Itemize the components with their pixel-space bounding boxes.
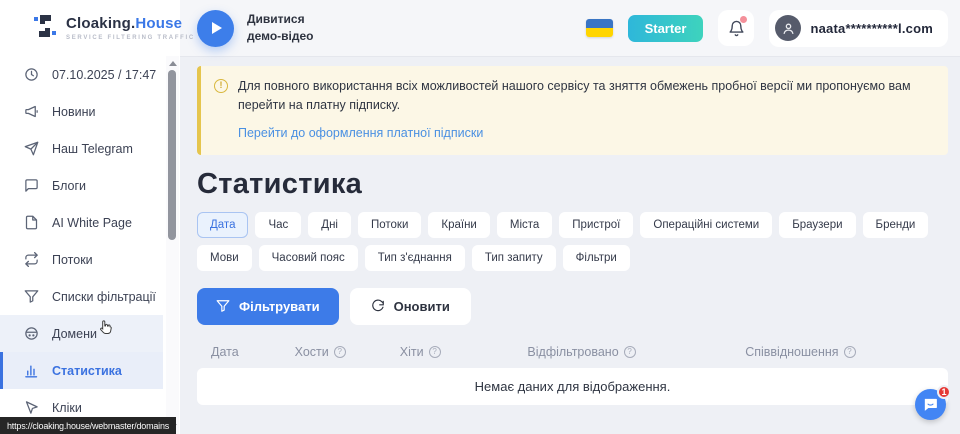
tab-operating-systems[interactable]: Операційні системи (640, 212, 772, 238)
clock-icon (24, 67, 39, 82)
globe-icon (24, 326, 39, 341)
tab-time[interactable]: Час (255, 212, 301, 238)
demo-video-label[interactable]: Дивитися демо-відео (247, 11, 314, 45)
ukraine-flag-icon[interactable] (586, 19, 613, 37)
trial-warning-banner: Для повного використання всіх можливосте… (197, 66, 948, 155)
tab-brands[interactable]: Бренди (863, 212, 929, 238)
scrollbar-thumb[interactable] (168, 70, 176, 240)
column-header-hosts: Хости (295, 345, 400, 359)
tab-cities[interactable]: Міста (497, 212, 552, 238)
sidebar-item-streams[interactable]: Потоки (0, 241, 163, 278)
chat-unread-badge: 1 (937, 385, 951, 399)
demo-video-play-button[interactable] (197, 10, 234, 47)
tab-days[interactable]: Дні (308, 212, 351, 238)
user-email: naata**********l.com (810, 21, 933, 36)
page-title: Статистика (197, 168, 948, 201)
sidebar-item-ai-white-page[interactable]: AI White Page (0, 204, 163, 241)
sidebar-item-domains[interactable]: Домени (0, 315, 163, 352)
status-bar-url: https://cloaking.house/webmaster/domains (0, 417, 176, 434)
plan-badge[interactable]: Starter (628, 15, 704, 42)
table-empty-state: Немає даних для відображення. (197, 368, 948, 405)
sidebar: Cloaking.House SERVICE FILTERING TRAFFIC… (0, 0, 180, 434)
avatar (775, 15, 801, 41)
tab-devices[interactable]: Пристрої (559, 212, 633, 238)
tab-date[interactable]: Дата (197, 212, 248, 238)
tab-request-type[interactable]: Тип запиту (472, 245, 556, 271)
tab-browsers[interactable]: Браузери (779, 212, 855, 238)
sidebar-item-telegram[interactable]: Наш Telegram (0, 130, 163, 167)
sidebar-nav: 07.10.2025 / 17:47 Новини Наш Telegram Б… (0, 52, 180, 426)
play-icon (212, 22, 222, 34)
chat-bubble-icon (24, 178, 39, 193)
table-header-row: Дата Хости Хіти Відфільтровано Співвідно… (197, 338, 948, 366)
refresh-button[interactable]: Оновити (350, 288, 471, 325)
funnel-icon (24, 289, 39, 304)
paper-plane-icon (24, 141, 39, 156)
column-header-ratio: Співвідношення (745, 345, 948, 359)
banner-text: Для повного використання всіх можливосте… (238, 77, 934, 115)
column-header-hits: Хіти (400, 345, 528, 359)
help-icon[interactable] (844, 346, 856, 358)
column-header-filtered: Відфільтровано (527, 345, 745, 359)
document-icon (24, 215, 39, 230)
funnel-icon (216, 299, 230, 313)
tab-countries[interactable]: Країни (428, 212, 489, 238)
logo[interactable]: Cloaking.House SERVICE FILTERING TRAFFIC (0, 0, 180, 52)
notification-dot (740, 16, 747, 23)
chat-smile-icon (922, 396, 939, 413)
logo-subtitle: SERVICE FILTERING TRAFFIC (66, 35, 195, 41)
topbar: Дивитися демо-відео Starter naata*******… (180, 0, 960, 57)
help-icon[interactable] (334, 346, 346, 358)
cursor-icon (24, 400, 39, 415)
help-icon[interactable] (624, 346, 636, 358)
refresh-icon (371, 299, 385, 313)
tab-filters[interactable]: Фільтри (563, 245, 630, 271)
sidebar-item-blogs[interactable]: Блоги (0, 167, 163, 204)
main-content: Для повного використання всіх можливосте… (180, 57, 960, 434)
person-icon (782, 22, 795, 35)
scroll-up-arrow-icon[interactable] (169, 61, 177, 66)
sidebar-item-datetime: 07.10.2025 / 17:47 (0, 56, 163, 93)
help-icon[interactable] (429, 346, 441, 358)
warning-icon (214, 79, 228, 93)
sidebar-scrollbar[interactable] (166, 56, 179, 434)
cloaking-house-logo-icon (33, 13, 57, 44)
tab-timezone[interactable]: Часовий пояс (259, 245, 358, 271)
sidebar-item-statistics[interactable]: Статистика (0, 352, 163, 389)
sidebar-item-filter-lists[interactable]: Списки фільтрації (0, 278, 163, 315)
bar-chart-icon (24, 363, 39, 378)
tab-languages[interactable]: Мови (197, 245, 252, 271)
tab-streams[interactable]: Потоки (358, 212, 421, 238)
repeat-icon (24, 252, 39, 267)
notifications-button[interactable] (718, 10, 754, 46)
filter-button[interactable]: Фільтрувати (197, 288, 339, 325)
statistics-tabs: Дата Час Дні Потоки Країни Міста Пристро… (197, 212, 945, 271)
tab-connection-type[interactable]: Тип з'єднання (365, 245, 465, 271)
logo-title: Cloaking.House (66, 16, 195, 33)
upgrade-subscription-link[interactable]: Перейти до оформлення платної підписки (238, 126, 483, 140)
user-account-button[interactable]: naata**********l.com (769, 10, 948, 47)
column-header-date: Дата (197, 345, 295, 359)
sidebar-item-news[interactable]: Новини (0, 93, 163, 130)
megaphone-icon (24, 104, 39, 119)
chat-widget-button[interactable]: 1 (915, 389, 946, 420)
